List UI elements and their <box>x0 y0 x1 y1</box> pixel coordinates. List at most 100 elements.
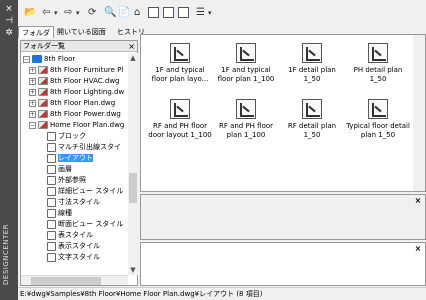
collapse-icon[interactable]: − <box>29 121 36 129</box>
tree-node-layouts[interactable]: レイアウト <box>47 153 93 164</box>
views-icon[interactable]: ☰ <box>196 7 205 19</box>
expand-icon[interactable]: + <box>29 77 36 85</box>
dwg-icon <box>38 66 48 74</box>
folder-tree: −8th Floor +8th Floor Furniture Pl +8th … <box>21 53 127 275</box>
dwg-icon <box>38 99 48 107</box>
tablestyle-icon <box>47 230 56 240</box>
tree-node-blocks[interactable]: ブロック <box>47 131 86 142</box>
layout-icon <box>368 43 388 63</box>
folder-icon <box>32 55 42 63</box>
views-dropdown-icon[interactable]: ▾ <box>208 7 212 19</box>
tree-node-hvac[interactable]: +8th Floor HVAC.dwg <box>29 76 120 87</box>
xref-icon <box>47 175 56 185</box>
palette-title: DESIGNCENTER <box>2 223 10 285</box>
layout-item[interactable]: PH detail plan 1_50 <box>345 43 411 84</box>
tree-node-lighting[interactable]: +8th Floor Lighting.dw <box>29 87 124 98</box>
detail-view-icon <box>47 186 56 196</box>
layout-item[interactable]: Typical floor detail plan 1_50 <box>345 99 411 140</box>
layout-item[interactable]: RF detail plan 1_50 <box>279 99 345 140</box>
layout-icon <box>47 153 56 163</box>
layout-icon <box>236 43 256 63</box>
back-icon[interactable]: ⇦ <box>42 7 50 19</box>
scroll-down-icon[interactable]: ▼ <box>128 265 138 275</box>
tree-node-xrefs[interactable]: 外部参照 <box>47 175 86 186</box>
tree-node-tablestyles[interactable]: 表スタイル <box>47 230 93 241</box>
preview-toggle-icon[interactable] <box>163 7 174 18</box>
layout-item[interactable]: 1F and typical floor plan 1_100 <box>213 43 279 84</box>
textstyle-icon <box>47 252 56 262</box>
tree-node-visualstyles[interactable]: 表示スタイル <box>47 241 100 252</box>
layout-icon <box>302 99 322 119</box>
resize-grip-icon[interactable] <box>416 290 424 298</box>
up-icon[interactable]: ⟳ <box>88 7 96 19</box>
tree-node-plan[interactable]: +8th Floor Plan.dwg <box>29 98 115 109</box>
tab-folders[interactable]: フォルダ <box>18 26 54 38</box>
autohide-icon[interactable]: ⊣ <box>4 16 14 26</box>
dwg-icon <box>38 110 48 118</box>
content-vscrollbar[interactable] <box>413 35 425 191</box>
layout-icon <box>170 99 190 119</box>
tree-node-detail-view-styles[interactable]: 詳細ビュー スタイル <box>47 186 123 197</box>
expand-icon[interactable]: + <box>29 110 36 118</box>
expand-icon[interactable]: + <box>29 66 36 74</box>
tree-node-layers[interactable]: 画層 <box>47 164 72 175</box>
tab-open-drawings[interactable]: 開いている図面 <box>54 26 109 38</box>
expand-icon[interactable]: + <box>29 99 36 107</box>
tree-node-linetypes[interactable]: 線種 <box>47 208 72 219</box>
close-palette-icon[interactable]: × <box>4 4 14 14</box>
expand-icon[interactable]: + <box>29 88 36 96</box>
load-icon[interactable]: 📂 <box>24 7 36 19</box>
layout-icon <box>170 43 190 63</box>
layout-item[interactable]: RF and PH floor door layout 1_100 <box>147 99 213 140</box>
tree-node-section-view-styles[interactable]: 断面ビュー スタイル <box>47 219 123 230</box>
dwg-icon <box>38 121 48 129</box>
favorites-icon[interactable]: 📄 <box>118 7 130 19</box>
forward-dropdown-icon[interactable]: ▾ <box>76 7 80 19</box>
layout-icon <box>236 99 256 119</box>
dwg-icon <box>38 77 48 85</box>
status-path: E:¥dwg¥Samples¥8th Floor¥Home Floor Plan… <box>20 290 263 298</box>
dimstyle-icon <box>47 197 56 207</box>
folder-list-pane: フォルダ一覧 × −8th Floor +8th Floor Furniture… <box>20 40 138 286</box>
toolbar: 📂 ⇦ ▾ ⇨ ▾ ⟳ 🔍 📄 ⌂ ☰ ▾ <box>18 0 426 24</box>
folder-list-title: フォルダ一覧 <box>23 42 65 50</box>
multileader-icon <box>47 142 56 152</box>
close-icon[interactable]: × <box>128 41 135 52</box>
layout-item[interactable]: 1F and typical floor plan layo... <box>147 43 213 84</box>
linetype-icon <box>47 208 56 218</box>
close-icon[interactable]: × <box>413 244 423 254</box>
block-icon <box>47 131 56 141</box>
folder-list-header: フォルダ一覧 × <box>21 41 137 52</box>
scroll-up-icon[interactable]: ▲ <box>128 53 138 63</box>
tree-node-power[interactable]: +8th Floor Power.dwg <box>29 109 121 120</box>
description-toggle-icon[interactable] <box>178 7 189 18</box>
status-bar: E:¥dwg¥Samples¥8th Floor¥Home Floor Plan… <box>18 287 426 300</box>
tree-node-8th-floor[interactable]: −8th Floor <box>23 54 75 65</box>
description-pane: × <box>140 242 426 286</box>
close-icon[interactable]: × <box>413 196 423 206</box>
tree-node-dimstyles[interactable]: 寸法スタイル <box>47 197 100 208</box>
home-icon[interactable]: ⌂ <box>134 7 140 19</box>
scroll-thumb[interactable] <box>31 277 101 285</box>
visualstyle-icon <box>47 241 56 251</box>
layout-icon <box>302 43 322 63</box>
collapse-icon[interactable]: − <box>23 55 30 63</box>
layout-item[interactable]: 1F detail plan 1_50 <box>279 43 345 84</box>
preview-pane: × <box>140 194 426 240</box>
tree-node-furniture[interactable]: +8th Floor Furniture Pl <box>29 65 123 76</box>
palette-title-bar[interactable]: × ⊣ ✲ DESIGNCENTER <box>0 0 18 300</box>
tree-view-toggle-icon[interactable] <box>148 7 159 18</box>
back-dropdown-icon[interactable]: ▾ <box>54 7 58 19</box>
forward-icon[interactable]: ⇨ <box>64 7 72 19</box>
search-icon[interactable]: 🔍 <box>104 7 116 19</box>
folder-tree-hscrollbar[interactable] <box>21 275 128 285</box>
tree-node-multileader[interactable]: マルチ引出線スタイ <box>47 142 121 153</box>
properties-icon[interactable]: ✲ <box>4 28 14 38</box>
tree-node-textstyles[interactable]: 文字スタイル <box>47 252 100 263</box>
section-view-icon <box>47 219 56 229</box>
tree-node-home-floor-plan[interactable]: − Home Floor Plan.dwg <box>29 120 124 131</box>
layer-icon <box>47 164 56 174</box>
scroll-thumb[interactable] <box>129 173 137 203</box>
folder-tree-vscrollbar[interactable]: ▲ ▼ <box>128 53 138 275</box>
layout-item[interactable]: RF and PH floor plan 1_100 <box>213 99 279 140</box>
